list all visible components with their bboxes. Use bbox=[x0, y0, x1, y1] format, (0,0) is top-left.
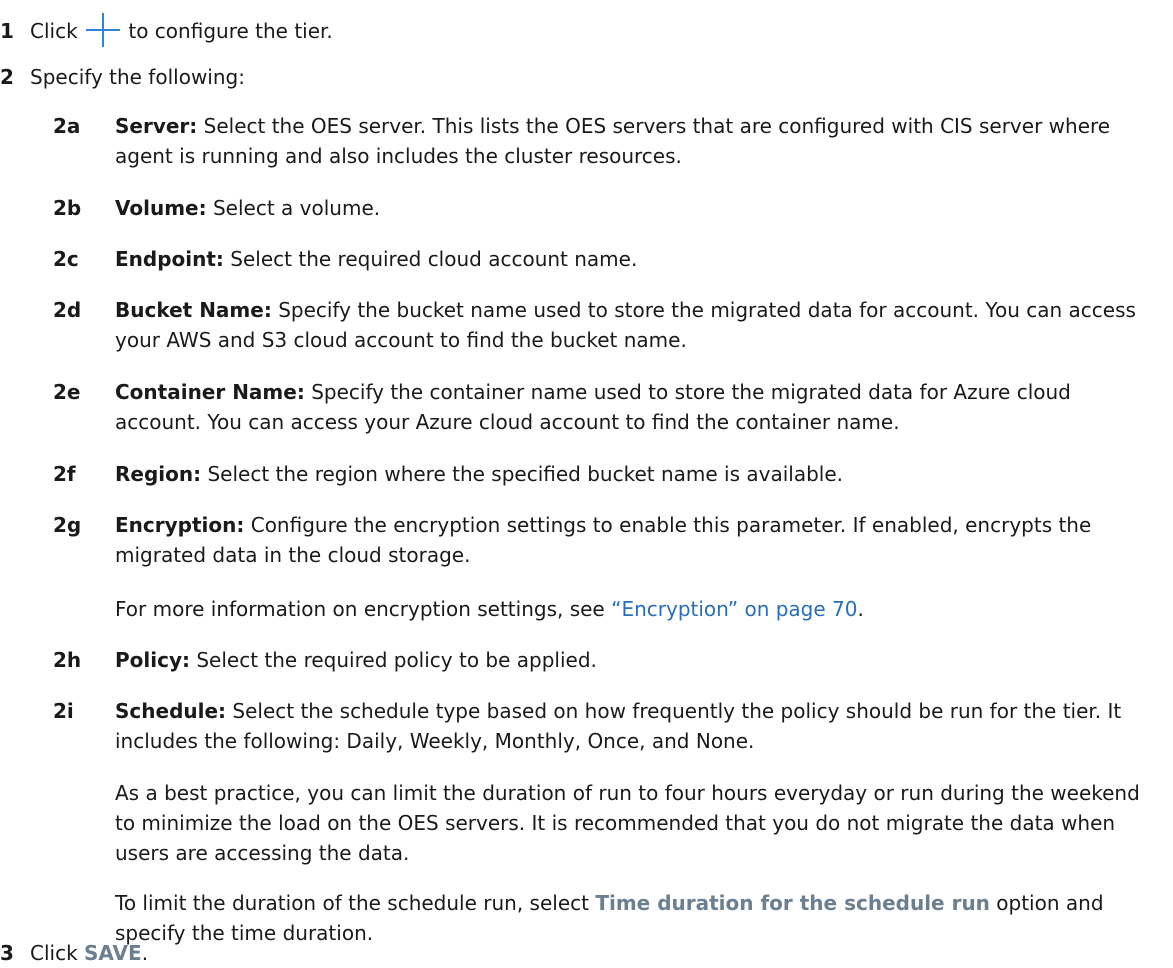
substep-number: 2c bbox=[53, 247, 79, 271]
step-1-post: to configure the tier. bbox=[128, 19, 333, 43]
encryption-note-post: . bbox=[857, 597, 864, 621]
limit-note-pre: To limit the duration of the schedule ru… bbox=[115, 891, 589, 915]
substep-number: 2a bbox=[53, 114, 81, 138]
term: Schedule: bbox=[115, 699, 227, 723]
substep-number: 2g bbox=[53, 513, 82, 537]
plus-icon bbox=[86, 13, 121, 47]
step-1-pre: Click bbox=[30, 19, 78, 43]
substep-text: Select the OES server. This lists the OE… bbox=[115, 114, 1111, 168]
term: Policy: bbox=[115, 648, 190, 672]
substep-text: Select the required cloud account name. bbox=[230, 247, 638, 271]
time-duration-option-label: Time duration for the schedule run bbox=[595, 891, 990, 915]
term: Container Name: bbox=[115, 380, 305, 404]
step-3-pre: Click bbox=[30, 941, 78, 965]
substep-2i: 2i Schedule: Select the schedule type ba… bbox=[53, 696, 1163, 756]
step-3-post: . bbox=[141, 941, 149, 965]
term: Server: bbox=[115, 114, 198, 138]
substep-number: 2h bbox=[53, 648, 82, 672]
substep-text: Select the schedule type based on how fr… bbox=[115, 699, 1122, 753]
term: Endpoint: bbox=[115, 247, 224, 271]
step-2-text: Specify the following: bbox=[30, 65, 245, 89]
step-number: 3 bbox=[0, 941, 14, 965]
term: Encryption: bbox=[115, 513, 245, 537]
step-2: 2 Specify the following: bbox=[0, 62, 245, 92]
substep-number: 2e bbox=[53, 380, 81, 404]
substep-number: 2i bbox=[53, 699, 74, 723]
encryption-link[interactable]: “Encryption” on page 70 bbox=[611, 597, 857, 621]
substep-2d: 2d Bucket Name: Specify the bucket name … bbox=[53, 295, 1163, 355]
substep-2h: 2h Policy: Select the required policy to… bbox=[53, 645, 1163, 675]
substep-text: Configure the encryption settings to ena… bbox=[115, 513, 1092, 567]
substep-text: Select the region where the specified bu… bbox=[207, 462, 844, 486]
best-practice-note: As a best practice, you can limit the du… bbox=[115, 781, 1140, 865]
substep-number: 2d bbox=[53, 298, 82, 322]
term: Volume: bbox=[115, 196, 207, 220]
substep-text: Select a volume. bbox=[212, 196, 381, 220]
step-number: 1 bbox=[0, 19, 14, 43]
encryption-note: For more information on encryption setti… bbox=[115, 594, 1165, 624]
term: Region: bbox=[115, 462, 202, 486]
substep-2b: 2b Volume: Select a volume. bbox=[53, 193, 1163, 223]
limit-duration-note: To limit the duration of the schedule ru… bbox=[115, 888, 1165, 948]
substep-2a: 2a Server: Select the OES server. This l… bbox=[53, 111, 1163, 171]
substep-number: 2f bbox=[53, 462, 76, 486]
substep-2e: 2e Container Name: Specify the container… bbox=[53, 377, 1163, 437]
encryption-note-pre: For more information on encryption setti… bbox=[115, 597, 605, 621]
substep-2f: 2f Region: Select the region where the s… bbox=[53, 459, 1163, 489]
save-label: SAVE bbox=[84, 941, 142, 965]
substep-2g: 2g Encryption: Configure the encryption … bbox=[53, 510, 1163, 570]
substep-text: Select the required policy to be applied… bbox=[196, 648, 597, 672]
substep-2c: 2c Endpoint: Select the required cloud a… bbox=[53, 244, 1163, 274]
substep-number: 2b bbox=[53, 196, 82, 220]
step-number: 2 bbox=[0, 65, 14, 89]
step-3: 3 Click SAVE. bbox=[0, 938, 148, 968]
step-1: 1 Click to configure the tier. bbox=[0, 13, 333, 47]
term: Bucket Name: bbox=[115, 298, 272, 322]
